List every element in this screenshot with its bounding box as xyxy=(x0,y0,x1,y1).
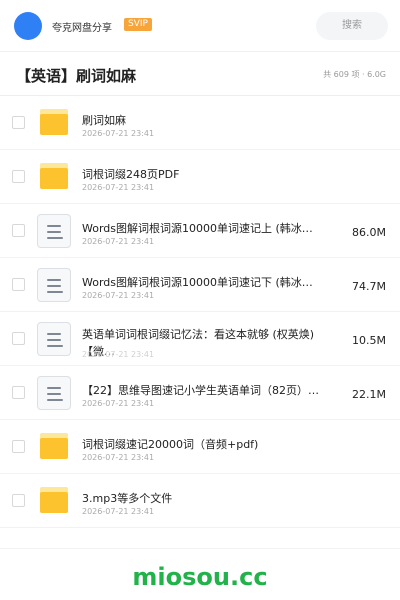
row-checkbox[interactable] xyxy=(12,116,25,129)
top-bar: 夸克网盘分享 SVIP 搜索 xyxy=(0,0,400,52)
file-size: 10.5M xyxy=(352,334,386,347)
file-name: Words图解词根词源10000单词速记下 (韩冰… xyxy=(82,276,313,289)
file-size: 22.1M xyxy=(352,388,386,401)
file-row[interactable]: 刷词如麻 2026-07-21 23:41 xyxy=(0,96,400,150)
file-row[interactable]: 词根词缀速记20000词（音频+pdf) 2026-07-21 23:41 xyxy=(0,420,400,474)
file-name: 词根词缀248页PDF xyxy=(82,168,180,181)
row-checkbox[interactable] xyxy=(12,170,25,183)
file-date: 2026-07-21 23:41 xyxy=(82,237,155,246)
file-name: 词根词缀速记20000词（音频+pdf) xyxy=(82,438,259,451)
file-row[interactable]: Words图解词根词源10000单词速记上 (韩冰… 2026-07-21 23:… xyxy=(0,204,400,258)
file-row[interactable]: Words图解词根词源10000单词速记下 (韩冰… 2026-07-21 23:… xyxy=(0,258,400,312)
share-title: 夸克网盘分享 xyxy=(52,23,112,34)
file-name: 3.mp3等多个文件 xyxy=(82,492,173,505)
file-date: 2026-07-21 23:41 xyxy=(82,350,155,359)
file-date: 2026-07-21 23:41 xyxy=(82,129,155,138)
footer: miosou.cc xyxy=(0,548,400,600)
file-date: 2026-07-21 23:41 xyxy=(82,453,155,462)
file-date: 2026-07-21 23:41 xyxy=(82,507,155,516)
row-checkbox[interactable] xyxy=(12,494,25,507)
folder-icon xyxy=(38,162,68,192)
row-checkbox[interactable] xyxy=(12,224,25,237)
folder-title: 【英语】刷词如麻 xyxy=(16,67,137,85)
row-checkbox[interactable] xyxy=(12,440,25,453)
file-date: 2026-07-21 23:41 xyxy=(82,291,155,300)
file-row[interactable]: 词根词缀248页PDF 2026-07-21 23:41 xyxy=(0,150,400,204)
svip-badge: SVIP xyxy=(124,18,152,31)
folder-icon xyxy=(38,432,68,462)
file-row[interactable]: 英语单词词根词缀记忆法：看这本就够 (权英焕)【微… 2026-07-21 23:… xyxy=(0,312,400,366)
document-icon xyxy=(37,214,71,248)
file-list: 刷词如麻 2026-07-21 23:41 词根词缀248页PDF 2026-07-2… xyxy=(0,96,400,528)
row-checkbox[interactable] xyxy=(12,278,25,291)
file-date: 2026-07-21 23:41 xyxy=(82,399,155,408)
folder-icon xyxy=(38,486,68,516)
folder-icon xyxy=(38,108,68,138)
folder-meta: 共 609 项 · 6.0G xyxy=(323,70,386,79)
document-icon xyxy=(37,376,71,410)
file-size: 74.7M xyxy=(352,280,386,293)
avatar[interactable] xyxy=(14,12,42,40)
file-row[interactable]: 3.mp3等多个文件 2026-07-21 23:41 xyxy=(0,474,400,528)
search-button[interactable]: 搜索 xyxy=(316,12,388,40)
row-checkbox[interactable] xyxy=(12,386,25,399)
file-row[interactable]: 【22】思维导图速记小学生英语单词（82页）.pdf 2026-07-21 23:… xyxy=(0,366,400,420)
file-name: Words图解词根词源10000单词速记上 (韩冰… xyxy=(82,222,313,235)
watermark: miosou.cc xyxy=(132,563,268,591)
file-name: 【22】思维导图速记小学生英语单词（82页）.pdf xyxy=(82,384,322,397)
file-size: 86.0M xyxy=(352,226,386,239)
file-name: 刷词如麻 xyxy=(82,114,126,127)
document-icon xyxy=(37,268,71,302)
document-icon xyxy=(37,322,71,356)
folder-header: 【英语】刷词如麻 共 609 项 · 6.0G xyxy=(0,52,400,96)
file-date: 2026-07-21 23:41 xyxy=(82,183,155,192)
row-checkbox[interactable] xyxy=(12,332,25,345)
